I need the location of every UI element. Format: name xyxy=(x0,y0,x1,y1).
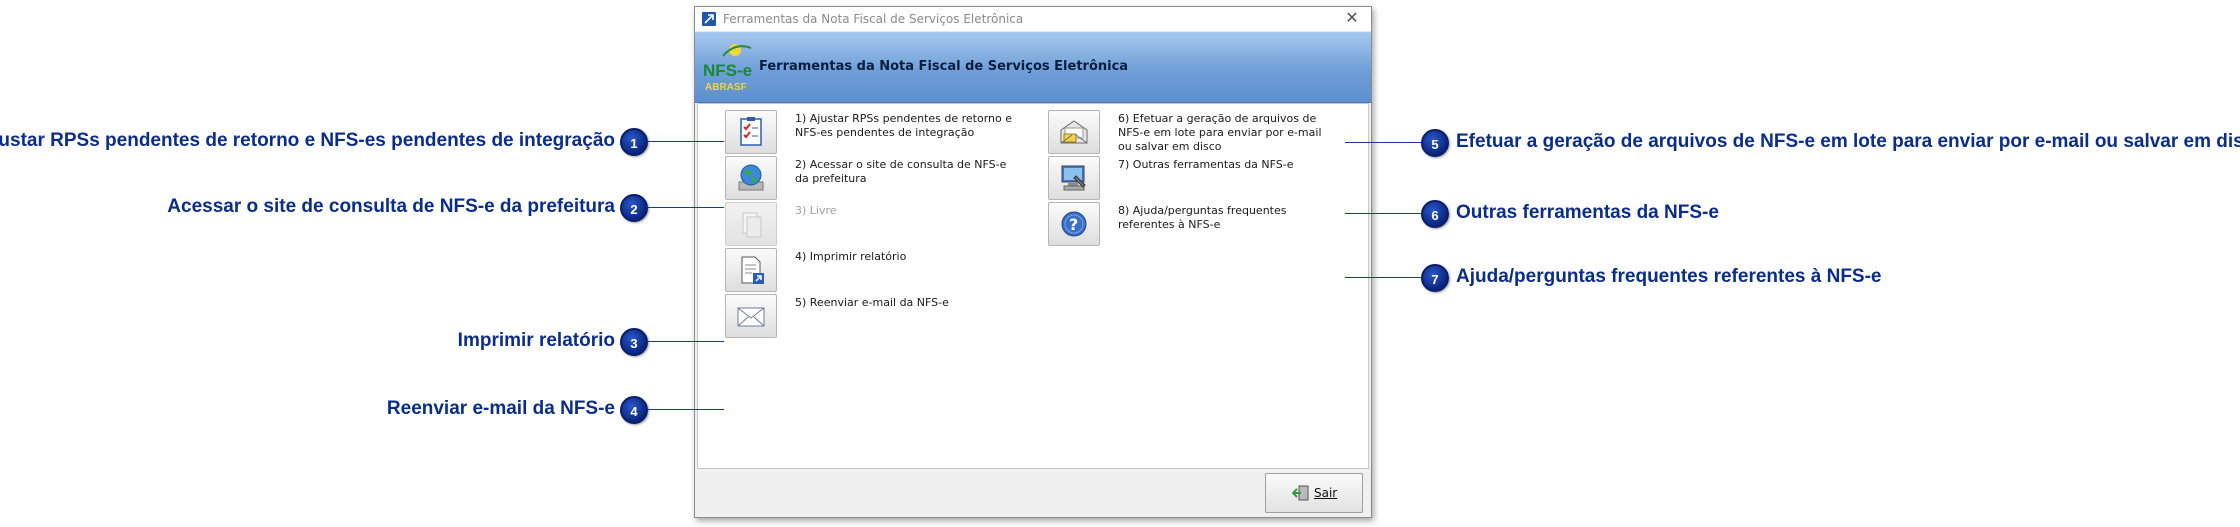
globe-icon xyxy=(738,164,764,191)
tool-print-report[interactable]: 4) Imprimir relatório xyxy=(725,248,1015,294)
callout-text-4: Reenviar e-mail da NFS-e xyxy=(386,398,615,419)
logo-text-bottom: ABRASF xyxy=(705,82,747,93)
tool-label: 7) Outras ferramentas da NFS-e xyxy=(1118,158,1294,171)
tool-other-tools-button[interactable] xyxy=(1048,156,1100,200)
callout-badge-7: 7 xyxy=(1421,264,1449,292)
tool-adjust-rps[interactable]: 1) Ajustar RPSs pendentes de retorno e N… xyxy=(725,110,1015,156)
checklist-icon xyxy=(740,117,762,146)
blank-document-icon xyxy=(742,212,762,238)
tools-computer-icon xyxy=(1061,165,1086,191)
exit-label: Sair xyxy=(1314,486,1338,500)
tool-resend-email-button[interactable] xyxy=(725,294,777,338)
tool-free: 3) Livre xyxy=(725,202,1015,248)
callout-text-7: Ajuda/perguntas frequentes referentes à … xyxy=(1456,266,1882,287)
tool-help[interactable]: ? 8) Ajuda/perguntas frequentes referent… xyxy=(1048,202,1338,248)
callout-line-6 xyxy=(1345,213,1421,214)
tool-resend-email[interactable]: 5) Reenviar e-mail da NFS-e xyxy=(725,294,1015,340)
tool-label: 8) Ajuda/perguntas frequentes referentes… xyxy=(1118,204,1287,231)
tool-other-tools[interactable]: 7) Outras ferramentas da NFS-e xyxy=(1048,156,1338,202)
callout-text-1: Ajustar RPSs pendentes de retorno e NFS-… xyxy=(0,130,615,151)
callout-text-2: Acessar o site de consulta de NFS-e da p… xyxy=(167,196,615,217)
report-icon xyxy=(741,256,764,284)
callout-badge-4: 4 xyxy=(620,396,648,424)
exit-button[interactable]: Sair xyxy=(1265,473,1363,513)
mail-export-icon xyxy=(1060,120,1088,144)
callout-line-5 xyxy=(1345,142,1421,143)
callout-text-3: Imprimir relatório xyxy=(457,330,615,351)
header-title: Ferramentas da Nota Fiscal de Serviços E… xyxy=(759,59,1129,74)
title-bar: Ferramentas da Nota Fiscal de Serviços E… xyxy=(695,7,1371,32)
callout-badge-5: 5 xyxy=(1421,129,1449,157)
exit-door-icon xyxy=(1292,485,1309,501)
callout-line-3 xyxy=(648,341,724,342)
tool-adjust-rps-button[interactable] xyxy=(725,110,777,154)
tool-print-report-button[interactable] xyxy=(725,248,777,292)
callout-badge-2: 2 xyxy=(620,194,648,222)
tool-label: 2) Acessar o site de consulta de NFS-e d… xyxy=(795,158,1007,185)
callout-line-1 xyxy=(648,141,724,142)
tool-label: 4) Imprimir relatório xyxy=(795,250,907,263)
callout-badge-3: 3 xyxy=(620,328,648,356)
tool-batch-export[interactable]: 6) Efetuar a geração de arquivos de NFS-… xyxy=(1048,110,1338,156)
close-icon[interactable]: ✕ xyxy=(1341,9,1363,29)
tool-free-button xyxy=(725,202,777,246)
tools-dialog: Ferramentas da Nota Fiscal de Serviços E… xyxy=(694,6,1372,518)
callout-text-5: Efetuar a geração de arquivos de NFS-e e… xyxy=(1456,131,2240,152)
app-icon xyxy=(702,12,716,26)
callout-badge-6: 6 xyxy=(1421,200,1449,228)
callout-line-7 xyxy=(1345,277,1421,278)
nfse-logo: NFS-e ABRASF xyxy=(701,38,761,98)
tools-panel: 1) Ajustar RPSs pendentes de retorno e N… xyxy=(697,103,1369,469)
tool-help-button[interactable]: ? xyxy=(1048,202,1100,246)
callout-line-4 xyxy=(648,409,724,410)
header-banner: NFS-e ABRASF Ferramentas da Nota Fiscal … xyxy=(695,32,1371,103)
svg-text:?: ? xyxy=(1069,215,1078,234)
tool-label: 1) Ajustar RPSs pendentes de retorno e N… xyxy=(795,112,1013,139)
envelope-icon xyxy=(737,307,765,327)
help-icon: ? xyxy=(1061,211,1087,237)
tool-label: 3) Livre xyxy=(795,204,837,217)
tool-batch-export-button[interactable] xyxy=(1048,110,1100,154)
window-title: Ferramentas da Nota Fiscal de Serviços E… xyxy=(723,12,1024,26)
tool-label: 5) Reenviar e-mail da NFS-e xyxy=(795,296,949,309)
callout-text-6: Outras ferramentas da NFS-e xyxy=(1456,202,1719,223)
tool-open-site-button[interactable] xyxy=(725,156,777,200)
tool-label: 6) Efetuar a geração de arquivos de NFS-… xyxy=(1118,112,1322,153)
logo-text-top: NFS-e xyxy=(703,61,752,80)
tool-open-site[interactable]: 2) Acessar o site de consulta de NFS-e d… xyxy=(725,156,1015,202)
callout-badge-1: 1 xyxy=(620,128,648,156)
callout-line-2 xyxy=(648,207,724,208)
